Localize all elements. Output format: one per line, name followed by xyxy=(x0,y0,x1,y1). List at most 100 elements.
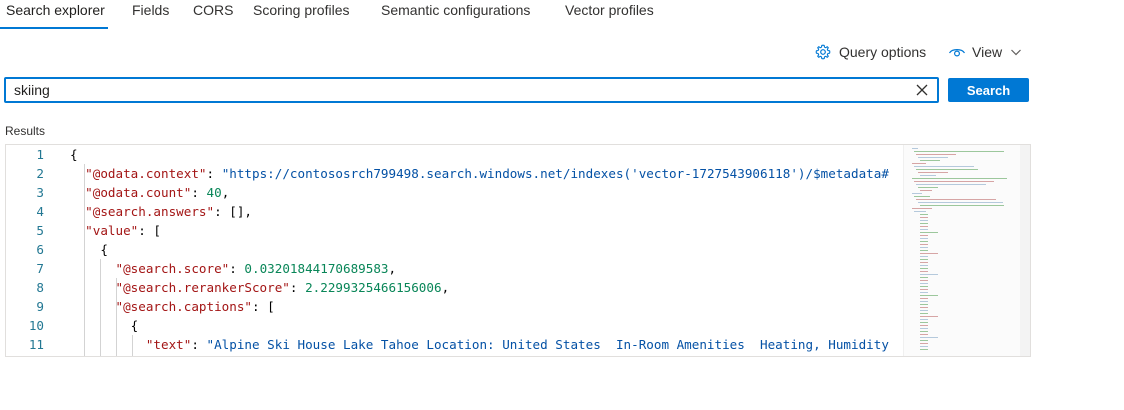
minimap-line xyxy=(914,211,926,212)
search-button[interactable]: Search xyxy=(948,78,1029,102)
minimap-line xyxy=(918,202,1003,203)
code-text: { xyxy=(70,242,108,257)
line-number: 5 xyxy=(36,223,44,238)
minimap-line xyxy=(920,217,928,218)
minimap-line xyxy=(920,235,928,236)
line-number: 7 xyxy=(36,261,44,276)
query-options-label: Query options xyxy=(839,44,927,60)
minimap-line xyxy=(920,349,928,350)
tab-fields[interactable]: Fields xyxy=(132,2,169,18)
code-text: "value": [ xyxy=(85,223,162,238)
close-icon[interactable] xyxy=(915,83,929,97)
minimap-line xyxy=(918,172,948,173)
minimap-line xyxy=(916,199,996,200)
minimap-line xyxy=(912,178,1007,179)
minimap-line xyxy=(920,301,928,302)
minimap-line xyxy=(920,268,928,269)
code-line: 11 "text": "Alpine Ski House Lake Tahoe … xyxy=(6,335,902,354)
vertical-scrollbar[interactable] xyxy=(1020,145,1030,356)
minimap-line xyxy=(920,175,936,176)
minimap-line xyxy=(920,310,928,311)
minimap-line xyxy=(920,340,928,341)
code-text: { xyxy=(70,318,139,333)
tab-semantic-configurations[interactable]: Semantic configurations xyxy=(381,2,530,18)
code-text: { xyxy=(70,147,78,162)
code-line: 3 "@odata.count": 40, xyxy=(6,183,902,202)
minimap-line xyxy=(920,277,928,278)
minimap-line xyxy=(920,253,938,254)
minimap-line xyxy=(920,274,938,275)
minimap-line xyxy=(918,187,938,188)
line-number: 3 xyxy=(36,185,44,200)
search-box xyxy=(5,78,938,102)
minimap-line xyxy=(918,157,948,158)
minimap-line xyxy=(920,220,928,221)
minimap-line xyxy=(914,196,930,197)
line-number: 1 xyxy=(36,147,44,162)
minimap-line xyxy=(920,319,928,320)
tab-scoring-profiles[interactable]: Scoring profiles xyxy=(253,2,350,18)
gear-icon xyxy=(815,44,831,60)
code-line: 1{ xyxy=(6,145,902,164)
search-input[interactable] xyxy=(14,79,894,101)
code-text: "@search.rerankerScore": 2.2299325466156… xyxy=(115,280,450,295)
code-line: 5 "value": [ xyxy=(6,221,902,240)
minimap-line xyxy=(916,184,986,185)
tab-cors[interactable]: CORS xyxy=(193,2,233,18)
minimap-line xyxy=(920,286,928,287)
line-number: 6 xyxy=(36,242,44,257)
tab-vector-profiles[interactable]: Vector profiles xyxy=(565,2,654,18)
minimap-line xyxy=(920,316,938,317)
code-line: 7 "@search.score": 0.03201844170689583, xyxy=(6,259,902,278)
minimap-line xyxy=(920,232,938,233)
minimap-line xyxy=(912,193,922,194)
tab-bar: Search explorer Fields CORS Scoring prof… xyxy=(0,0,1124,30)
minimap-line xyxy=(920,250,928,251)
minimap-line xyxy=(920,337,938,338)
minimap-line xyxy=(914,181,994,182)
minimap-line xyxy=(912,163,926,164)
tab-search-explorer[interactable]: Search explorer xyxy=(6,2,105,18)
line-number: 10 xyxy=(28,318,44,333)
minimap[interactable] xyxy=(903,145,1020,356)
minimap-line xyxy=(920,304,928,305)
results-editor[interactable]: 1{2 "@odata.context": "https://contososr… xyxy=(5,144,1031,357)
minimap-line xyxy=(914,166,974,167)
minimap-line xyxy=(920,298,928,299)
minimap-line xyxy=(920,313,928,314)
minimap-line xyxy=(920,241,928,242)
line-number: 2 xyxy=(36,166,44,181)
minimap-line xyxy=(912,148,918,149)
active-tab-indicator xyxy=(0,27,108,29)
minimap-line xyxy=(920,247,928,248)
minimap-line xyxy=(920,334,928,335)
code-text: "@search.score": 0.03201844170689583, xyxy=(115,261,397,276)
minimap-line xyxy=(916,169,978,170)
results-label: Results xyxy=(5,124,46,138)
view-button[interactable]: View xyxy=(948,42,1022,62)
line-number: 11 xyxy=(28,337,44,352)
minimap-line xyxy=(920,205,1004,206)
code-line: 4 "@search.answers": [], xyxy=(6,202,902,221)
code-line: 9 "@search.captions": [ xyxy=(6,297,902,316)
minimap-line xyxy=(920,244,928,245)
minimap-line xyxy=(914,151,1004,152)
minimap-line xyxy=(920,223,928,224)
code-line: 2 "@odata.context": "https://contososrch… xyxy=(6,164,902,183)
code-text: "@search.answers": [], xyxy=(85,204,253,219)
minimap-line xyxy=(920,262,928,263)
minimap-line xyxy=(920,238,928,239)
query-options-button[interactable]: Query options xyxy=(815,42,926,62)
code-line: 6 { xyxy=(6,240,902,259)
minimap-line xyxy=(920,256,928,257)
line-number: 9 xyxy=(36,299,44,314)
minimap-line xyxy=(920,295,938,296)
code-line: 8 "@search.rerankerScore": 2.22993254661… xyxy=(6,278,902,297)
minimap-line xyxy=(920,292,928,293)
minimap-line xyxy=(912,208,932,209)
minimap-line xyxy=(916,154,956,155)
line-number: 4 xyxy=(36,204,44,219)
code-area[interactable]: 1{2 "@odata.context": "https://contososr… xyxy=(6,145,902,356)
minimap-line xyxy=(920,265,928,266)
minimap-line xyxy=(920,331,928,332)
